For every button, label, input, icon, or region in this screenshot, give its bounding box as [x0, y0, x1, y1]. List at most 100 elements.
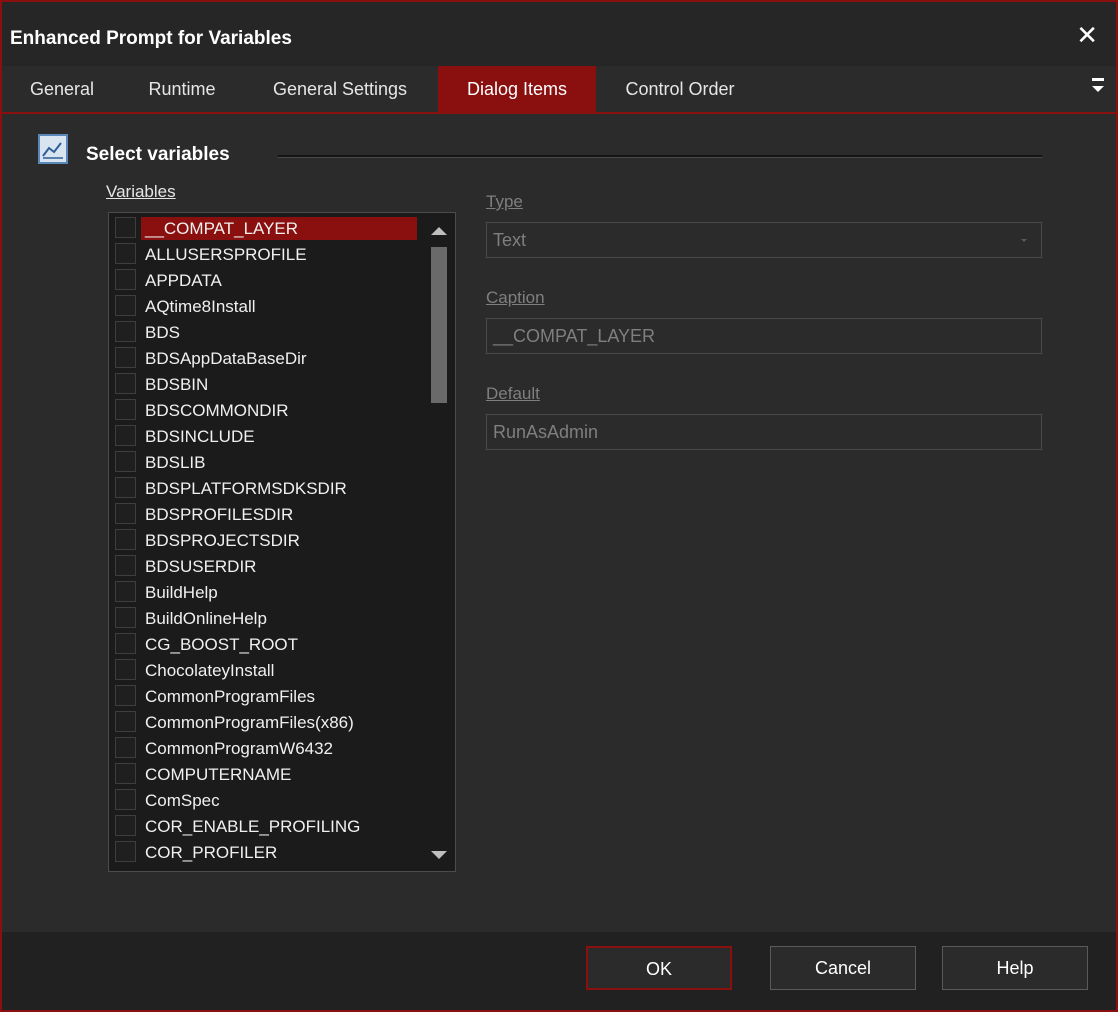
close-icon[interactable]: ✕	[1076, 22, 1098, 48]
variable-checkbox[interactable]	[115, 789, 136, 810]
list-item[interactable]: COMPUTERNAME	[109, 761, 419, 787]
variable-checkbox[interactable]	[115, 243, 136, 264]
dialog-window: Enhanced Prompt for Variables ✕ General …	[0, 0, 1118, 1012]
list-item[interactable]: CG_BOOST_ROOT	[109, 631, 419, 657]
variable-label: BDSCOMMONDIR	[145, 401, 289, 420]
variables-label: Variables	[106, 182, 176, 201]
list-item[interactable]: BuildHelp	[109, 579, 419, 605]
variable-label: ALLUSERSPROFILE	[145, 245, 307, 264]
list-item[interactable]: BDSPROJECTSDIR	[109, 527, 419, 553]
chevron-down-icon	[1021, 239, 1027, 242]
variable-checkbox[interactable]	[115, 711, 136, 732]
list-item[interactable]: COR_ENABLE_PROFILING	[109, 813, 419, 839]
variable-checkbox[interactable]	[115, 269, 136, 290]
scroll-thumb[interactable]	[431, 247, 447, 403]
list-item[interactable]: APPDATA	[109, 267, 419, 293]
list-item[interactable]: BDS	[109, 319, 419, 345]
help-button[interactable]: Help	[942, 946, 1088, 990]
scroll-down-icon[interactable]	[431, 851, 447, 859]
variable-checkbox[interactable]	[115, 295, 136, 316]
tab-overflow-menu-icon[interactable]	[1092, 76, 1106, 96]
variable-checkbox[interactable]	[115, 399, 136, 420]
variable-label: COMPUTERNAME	[145, 765, 292, 784]
list-item[interactable]: AQtime8Install	[109, 293, 419, 319]
list-item[interactable]: ALLUSERSPROFILE	[109, 241, 419, 267]
variable-checkbox[interactable]	[115, 373, 136, 394]
tab-runtime[interactable]: Runtime	[122, 66, 242, 112]
list-item[interactable]: ChocolateyInstall	[109, 657, 419, 683]
variable-checkbox[interactable]	[115, 659, 136, 680]
variable-checkbox[interactable]	[115, 347, 136, 368]
variable-checkbox[interactable]	[115, 841, 136, 862]
tab-general-settings[interactable]: General Settings	[242, 66, 438, 112]
list-scrollbar[interactable]	[421, 213, 455, 871]
scroll-up-icon[interactable]	[431, 227, 447, 235]
list-item[interactable]: BDSCOMMONDIR	[109, 397, 419, 423]
variable-label: BDSPLATFORMSDKSDIR	[145, 479, 347, 498]
variable-checkbox[interactable]	[115, 581, 136, 602]
variable-label: CommonProgramFiles(x86)	[145, 713, 354, 732]
caption-field[interactable]: __COMPAT_LAYER	[486, 318, 1042, 354]
variable-checkbox[interactable]	[115, 685, 136, 706]
variable-checkbox[interactable]	[115, 503, 136, 524]
default-label: Default	[486, 384, 540, 403]
default-field[interactable]: RunAsAdmin	[486, 414, 1042, 450]
variable-checkbox[interactable]	[115, 451, 136, 472]
list-item[interactable]: __COMPAT_LAYER	[109, 215, 419, 241]
variable-checkbox[interactable]	[115, 477, 136, 498]
list-item[interactable]: CommonProgramFiles(x86)	[109, 709, 419, 735]
variable-label: CG_BOOST_ROOT	[145, 635, 299, 654]
chart-icon	[38, 134, 68, 164]
list-item[interactable]: COR_PROFILER	[109, 839, 419, 865]
variable-label: BDSINCLUDE	[145, 427, 255, 446]
variable-label: CommonProgramW6432	[145, 739, 334, 758]
tab-general[interactable]: General	[2, 66, 122, 112]
variable-label: BDSPROJECTSDIR	[145, 531, 300, 550]
variable-label: ChocolateyInstall	[145, 661, 275, 680]
window-title: Enhanced Prompt for Variables	[10, 28, 292, 49]
type-label: Type	[486, 192, 523, 211]
variable-label: AQtime8Install	[145, 297, 256, 316]
caption-label: Caption	[486, 288, 545, 307]
variable-checkbox[interactable]	[115, 529, 136, 550]
variable-checkbox[interactable]	[115, 217, 136, 238]
variable-label: BDSBIN	[145, 375, 209, 394]
button-bar: OK Cancel Help	[2, 932, 1116, 1010]
variable-checkbox[interactable]	[115, 607, 136, 628]
variable-checkbox[interactable]	[115, 321, 136, 342]
variable-checkbox[interactable]	[115, 737, 136, 758]
list-item[interactable]: BDSAppDataBaseDir	[109, 345, 419, 371]
list-item[interactable]: CommonProgramW6432	[109, 735, 419, 761]
variable-label: BDSAppDataBaseDir	[145, 349, 307, 368]
list-item[interactable]: BDSUSERDIR	[109, 553, 419, 579]
variable-label: COR_PROFILER	[145, 843, 278, 862]
variable-label: COR_ENABLE_PROFILING	[145, 817, 361, 836]
list-item[interactable]: BDSBIN	[109, 371, 419, 397]
variables-checklist[interactable]: __COMPAT_LAYER ALLUSERSPROFILE APPDATA AQti…	[108, 212, 456, 872]
variable-label: BuildHelp	[145, 583, 218, 602]
list-item[interactable]: CommonProgramFiles	[109, 683, 419, 709]
variable-checkbox[interactable]	[115, 555, 136, 576]
type-dropdown[interactable]: Text	[486, 222, 1042, 258]
variable-checkbox[interactable]	[115, 815, 136, 836]
variable-checkbox[interactable]	[115, 763, 136, 784]
list-item[interactable]: BDSINCLUDE	[109, 423, 419, 449]
list-item[interactable]: BDSPLATFORMSDKSDIR	[109, 475, 419, 501]
variable-label: BDSLIB	[145, 453, 206, 472]
tab-dialog-items[interactable]: Dialog Items	[438, 66, 596, 112]
ok-button[interactable]: OK	[586, 946, 732, 990]
list-item[interactable]: ComSpec	[109, 787, 419, 813]
type-value: Text	[493, 230, 527, 250]
tab-control-order[interactable]: Control Order	[596, 66, 764, 112]
list-item[interactable]: BuildOnlineHelp	[109, 605, 419, 631]
variable-label: BDSPROFILESDIR	[145, 505, 294, 524]
variable-checkbox[interactable]	[115, 425, 136, 446]
list-item[interactable]: BDSPROFILESDIR	[109, 501, 419, 527]
variable-label: BuildOnlineHelp	[145, 609, 267, 628]
section-title: Select variables	[86, 144, 230, 165]
title-bar[interactable]: Enhanced Prompt for Variables ✕	[2, 2, 1116, 66]
cancel-button[interactable]: Cancel	[770, 946, 916, 990]
list-item[interactable]: BDSLIB	[109, 449, 419, 475]
dialog-items-panel: Select variables Variables __COMPAT_LAYE…	[2, 114, 1116, 932]
variable-checkbox[interactable]	[115, 633, 136, 654]
